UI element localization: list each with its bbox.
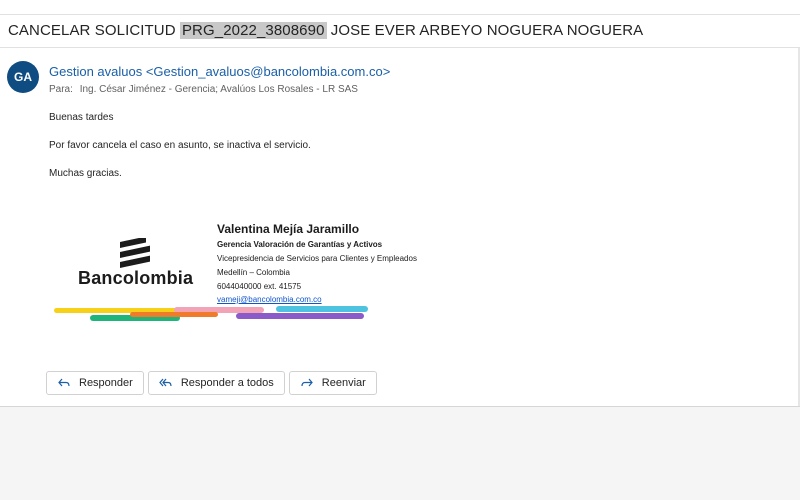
sender-name[interactable]: Gestion avaluos <Gestion_avaluos@bancolo… (49, 64, 390, 79)
signature-email-link[interactable]: vameji@bancolombia.com.co (217, 295, 322, 304)
reply-all-label: Responder a todos (180, 377, 274, 389)
forward-button[interactable]: Reenviar (288, 371, 377, 395)
reply-all-icon (159, 378, 172, 387)
message-actions: Responder Responder a todos Reenviar (46, 371, 377, 395)
signature-name: Valentina Mejía Jaramillo (217, 222, 360, 236)
reply-all-button[interactable]: Responder a todos (147, 371, 285, 395)
reply-icon (58, 378, 70, 387)
body-thanks: Muchas gracias. (49, 168, 122, 179)
forward-icon (301, 378, 313, 387)
sender-avatar[interactable]: GA (7, 61, 39, 93)
signature-title: Gerencia Valoración de Garantías y Activ… (217, 240, 383, 249)
empty-reading-area (0, 407, 800, 500)
window-top-strip (0, 0, 800, 14)
to-label: Para: (49, 84, 73, 95)
brand-color-stripes (54, 306, 368, 321)
email-subject: CANCELAR SOLICITUD PRG_2022_3808690 JOSE… (8, 22, 643, 39)
subject-prefix: CANCELAR SOLICITUD (8, 22, 176, 39)
signature-location: Medellín – Colombia (217, 268, 290, 277)
reply-button[interactable]: Responder (46, 371, 144, 395)
subject-bar: CANCELAR SOLICITUD PRG_2022_3808690 JOSE… (0, 14, 800, 48)
body-greeting: Buenas tardes (49, 112, 114, 123)
recipients-line: Para: Ing. César Jiménez - Gerencia; Ava… (49, 84, 362, 95)
subject-highlight: PRG_2022_3808690 (179, 22, 327, 39)
bancolombia-logo-text: Bancolombia (78, 268, 194, 288)
signature-department: Vicepresidencia de Servicios para Client… (217, 254, 417, 263)
forward-label: Reenviar (321, 377, 366, 389)
subject-suffix: JOSE EVER ARBEYO NOGUERA NOGUERA (330, 22, 644, 39)
body-request: Por favor cancela el caso en asunto, se … (49, 140, 311, 151)
reply-label: Responder (79, 377, 133, 389)
signature-phone: 6044040000 ext. 41575 (217, 282, 302, 291)
recipients-list[interactable]: Ing. César Jiménez - Gerencia; Avalúos L… (80, 84, 358, 95)
